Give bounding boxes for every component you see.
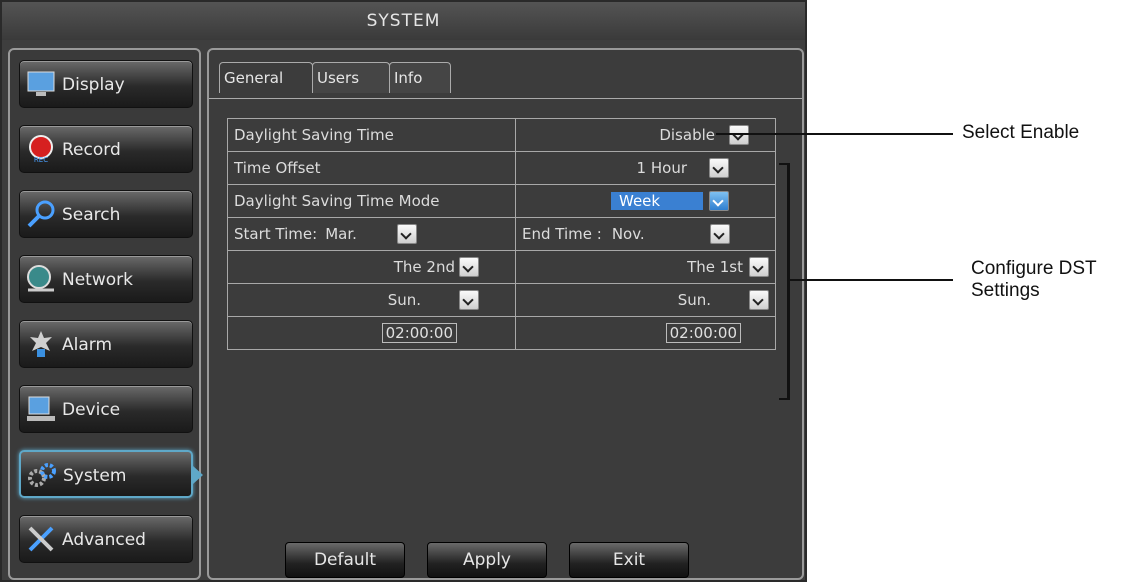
mode-value: Week [611,192,703,210]
table-row: 02:00:00 02:00:00 [227,316,776,350]
device-icon [27,396,55,421]
table-row: Sun. Sun. [227,283,776,317]
apply-button[interactable]: Apply [427,542,547,578]
callout-configure-line1: Configure DST [971,258,1097,279]
sidebar-item-label: Alarm [62,335,113,355]
exit-button[interactable]: Exit [569,542,689,578]
chevron-down-icon[interactable] [749,290,769,310]
callout-line [716,133,953,135]
end-week-value: The 1st [687,258,743,276]
table-row: The 2nd The 1st [227,250,776,284]
table-row: Time Offset 1 Hour [227,151,776,185]
sidebar-item-label: Record [62,140,121,160]
start-day-cell[interactable]: Sun. [227,283,516,317]
sidebar-item-label: Advanced [62,530,146,550]
tab-info[interactable]: Info [389,62,451,93]
dst-select[interactable]: Disable [515,118,776,152]
start-time-label: Start Time: [234,225,318,243]
chevron-down-icon[interactable] [729,125,749,145]
chevron-down-icon[interactable] [709,191,729,211]
sidebar: Display REC Record Search Network Alarm … [8,48,203,580]
monitor-icon [27,71,55,96]
offset-label: Time Offset [227,151,516,185]
table-row: Start Time: Mar. End Time : Nov. [227,217,776,251]
globe-icon [27,265,54,292]
start-week-cell[interactable]: The 2nd [227,250,516,284]
tab-divider [209,98,802,99]
tab-general[interactable]: General [219,62,313,93]
end-month-cell[interactable]: End Time : Nov. [515,217,776,251]
sidebar-item-display[interactable]: Display [19,60,193,108]
mode-label: Daylight Saving Time Mode [227,184,516,218]
sidebar-item-label: System [63,466,127,486]
end-day-value: Sun. [677,291,711,309]
sidebar-item-alarm[interactable]: Alarm [19,320,193,368]
chevron-down-icon[interactable] [459,290,479,310]
end-time-label: End Time : [522,225,602,243]
magnifier-icon [27,200,55,228]
tab-users[interactable]: Users [312,62,390,93]
mode-select[interactable]: Week [515,184,776,218]
table-row: Daylight Saving Time Disable [227,118,776,152]
sidebar-item-label: Device [62,400,121,420]
end-month-value: Nov. [611,225,645,243]
record-icon-text: REC [34,156,48,164]
dst-label: Daylight Saving Time [227,118,516,152]
sidebar-item-advanced[interactable]: Advanced [19,515,193,563]
sidebar-item-record[interactable]: REC Record [19,125,193,173]
end-time-cell: 02:00:00 [515,316,776,350]
bracket-bottom [779,398,789,400]
offset-select[interactable]: 1 Hour [515,151,776,185]
sidebar-item-label: Display [62,75,125,95]
start-time-cell: 02:00:00 [227,316,516,350]
dvr-screen: SYSTEM Display REC Record Search Network… [0,0,807,582]
sidebar-item-label: Search [62,205,121,225]
default-button[interactable]: Default [285,542,405,578]
callout-line [789,279,953,281]
bracket-vertical [787,163,790,400]
start-day-value: Sun. [387,291,421,309]
table-row: Daylight Saving Time Mode Week [227,184,776,218]
tools-icon [28,526,54,552]
start-week-value: The 2nd [393,258,455,276]
start-time-input[interactable]: 02:00:00 [381,323,457,343]
chevron-down-icon[interactable] [459,257,479,277]
start-month-cell[interactable]: Start Time: Mar. [227,217,516,251]
gears-icon [28,463,56,487]
settings-panel: General Users Info Daylight Saving Time … [207,48,804,580]
sidebar-item-device[interactable]: Device [19,385,193,433]
end-time-input[interactable]: 02:00:00 [665,323,741,343]
alarm-icon [30,331,52,357]
window-title: SYSTEM [2,2,805,40]
chevron-down-icon[interactable] [709,224,730,244]
sidebar-item-network[interactable]: Network [19,255,193,303]
sidebar-item-label: Network [62,270,133,290]
start-month-value: Mar. [325,225,357,243]
chevron-down-icon[interactable] [709,158,729,178]
callout-select-enable: Select Enable [962,122,1080,143]
record-icon: REC [29,135,53,164]
callout-configure-line2: Settings [971,280,1040,301]
callout-configure-dst: Configure DST Settings [971,258,1097,302]
chevron-down-icon[interactable] [749,257,769,277]
end-week-cell[interactable]: The 1st [515,250,776,284]
sidebar-item-search[interactable]: Search [19,190,193,238]
end-day-cell[interactable]: Sun. [515,283,776,317]
chevron-down-icon[interactable] [397,224,418,244]
dst-value: Disable [659,126,715,144]
dst-settings-table: Daylight Saving Time Disable Time Offset… [227,118,776,350]
sidebar-item-system[interactable]: System [19,450,203,498]
offset-value: 1 Hour [636,159,687,177]
